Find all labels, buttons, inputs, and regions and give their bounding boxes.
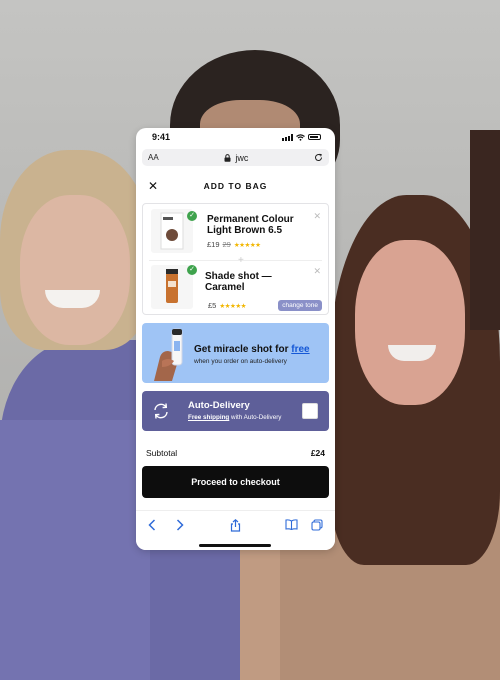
- url-display[interactable]: jwc: [224, 153, 248, 163]
- product-name: Shade shot — Caramel: [205, 271, 315, 293]
- status-bar: 9:41: [136, 128, 335, 146]
- share-icon[interactable]: [230, 519, 241, 535]
- auto-delivery-subtitle-text: with Auto-Delivery: [229, 414, 282, 421]
- promo-free-link[interactable]: free: [291, 344, 309, 355]
- subtotal-label: Subtotal: [146, 448, 178, 458]
- rating-stars: ★★★★★: [219, 302, 246, 310]
- refresh-cycle-icon: [154, 403, 168, 419]
- auto-delivery-option[interactable]: Auto-Delivery Free shipping with Auto-De…: [142, 391, 329, 431]
- product-item-shade-shot[interactable]: ✓ Shade shot — Caramel £5 ★★★★★ ✕ change…: [143, 260, 328, 316]
- product-name: Permanent Colour Light Brown 6.5: [207, 214, 317, 236]
- promo-subtitle: when you order on auto-delivery: [194, 358, 287, 365]
- auto-delivery-title: Auto-Delivery: [188, 400, 250, 411]
- product-price: £5: [208, 301, 217, 310]
- miracle-shot-promo-banner[interactable]: Get miracle shot for free when you order…: [142, 323, 329, 383]
- phone-screen: 9:41 AA jwc ✕ ADD TO BAG ✓ Permanent Col…: [136, 128, 335, 550]
- status-time: 9:41: [152, 132, 171, 142]
- text-size-button[interactable]: AA: [148, 153, 159, 162]
- background-face-left: [20, 195, 130, 345]
- wifi-icon: [296, 133, 305, 141]
- product-price-row: £5 ★★★★★: [208, 301, 246, 310]
- product-name-line-1: Permanent Colour: [207, 214, 294, 225]
- signal-icon: [282, 133, 293, 141]
- product-item-permanent-colour[interactable]: ✓ Permanent Colour Light Brown 6.5 £19 2…: [143, 204, 328, 260]
- sheet-title: ADD TO BAG: [203, 181, 268, 191]
- forward-chevron-icon[interactable]: [176, 519, 184, 534]
- free-shipping-link[interactable]: Free shipping: [188, 414, 229, 421]
- product-name-line-1: Shade shot —: [205, 271, 272, 282]
- auto-delivery-subtitle: Free shipping with Auto-Delivery: [188, 414, 281, 421]
- status-icons: [282, 133, 321, 141]
- bookmarks-icon[interactable]: [285, 519, 298, 533]
- bag-products: ✓ Permanent Colour Light Brown 6.5 £19 2…: [142, 203, 329, 315]
- product-name-line-2: Light Brown 6.5: [207, 225, 282, 236]
- subtotal-amount: £24: [310, 448, 325, 458]
- sheet-header: ✕ ADD TO BAG: [136, 171, 335, 201]
- remove-item-icon[interactable]: ✕: [313, 266, 321, 277]
- product-old-price: 29: [222, 240, 231, 249]
- product-price: £19: [207, 240, 220, 249]
- remove-item-icon[interactable]: ✕: [313, 211, 321, 222]
- hand-holding-product-image: [154, 328, 183, 381]
- battery-icon: [308, 134, 321, 140]
- product-name-line-2: Caramel: [205, 282, 245, 293]
- subtotal-row: Subtotal £24: [146, 448, 325, 458]
- rating-stars: ★★★★★: [233, 241, 261, 249]
- lock-icon: [224, 153, 231, 162]
- close-icon[interactable]: ✕: [148, 179, 158, 193]
- reload-icon[interactable]: [314, 153, 323, 162]
- change-tone-button[interactable]: change tone: [278, 300, 322, 311]
- home-indicator: [199, 544, 271, 547]
- selected-check-icon: ✓: [187, 265, 197, 275]
- tabs-icon[interactable]: [311, 519, 323, 534]
- auto-delivery-checkbox[interactable]: [302, 403, 318, 419]
- background-shirt-left-lower: [0, 420, 150, 680]
- browser-address-bar[interactable]: AA jwc: [142, 149, 329, 166]
- product-price-row: £19 29 ★★★★★: [207, 240, 261, 249]
- proceed-to-checkout-button[interactable]: Proceed to checkout: [142, 466, 329, 498]
- browser-toolbar: [136, 510, 335, 550]
- selected-check-icon: ✓: [187, 211, 197, 221]
- back-chevron-icon[interactable]: [148, 519, 156, 534]
- promo-title-text: Get miracle shot for: [194, 344, 292, 355]
- background-hair-edge: [470, 130, 500, 330]
- promo-title: Get miracle shot for free: [194, 344, 310, 355]
- url-text: jwc: [235, 152, 249, 163]
- background-face-right: [355, 240, 465, 405]
